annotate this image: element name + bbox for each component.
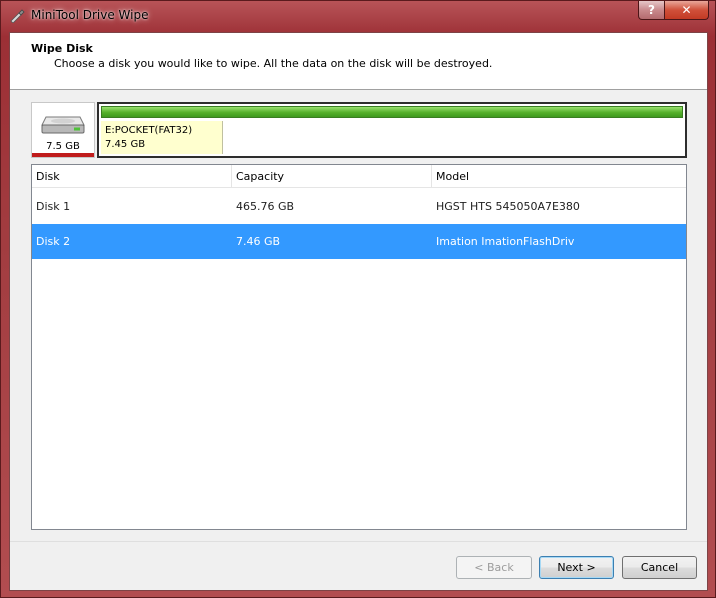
column-header-model[interactable]: Model bbox=[432, 165, 686, 188]
window-title: MiniTool Drive Wipe bbox=[31, 8, 149, 22]
help-button[interactable]: ? bbox=[638, 1, 665, 20]
table-row-selected[interactable]: Disk 2 7.46 GB Imation ImationFlashDriv bbox=[32, 224, 686, 259]
column-header-capacity[interactable]: Capacity bbox=[232, 165, 432, 188]
table-row[interactable]: Disk 1 465.76 GB HGST HTS 545050A7E380 bbox=[32, 189, 686, 224]
close-button[interactable]: ✕ bbox=[665, 1, 709, 20]
back-button[interactable]: < Back bbox=[456, 556, 532, 579]
partition-usage-bar bbox=[101, 106, 683, 118]
wipe-app-icon bbox=[10, 9, 25, 23]
list-header: Disk Capacity Model bbox=[32, 165, 686, 188]
hard-drive-icon bbox=[41, 116, 85, 134]
cancel-button[interactable]: Cancel bbox=[622, 556, 697, 579]
cell-capacity: 465.76 GB bbox=[236, 200, 295, 213]
disk-list[interactable]: Disk Capacity Model Disk 1 465.76 GB HGS… bbox=[31, 164, 687, 530]
disk-selected-underline bbox=[32, 153, 94, 157]
caption-buttons: ? ✕ bbox=[638, 1, 709, 21]
column-header-disk[interactable]: Disk bbox=[32, 165, 232, 188]
footer-divider bbox=[10, 541, 707, 542]
partition-name: E:POCKET(FAT32) bbox=[105, 125, 193, 136]
partition-strip: E:POCKET(FAT32) 7.45 GB bbox=[97, 102, 687, 158]
cell-capacity: 7.46 GB bbox=[236, 235, 281, 248]
disk-map: 7.5 GB E:POCKET(FAT32) 7.45 GB bbox=[31, 102, 687, 158]
partition-block[interactable]: E:POCKET(FAT32) 7.45 GB bbox=[101, 121, 223, 154]
cell-model: HGST HTS 545050A7E380 bbox=[436, 200, 580, 213]
cell-model: Imation ImationFlashDriv bbox=[436, 235, 575, 248]
wizard-header: Wipe Disk Choose a disk you would like t… bbox=[10, 33, 707, 90]
disk-tile[interactable]: 7.5 GB bbox=[31, 102, 95, 158]
help-icon: ? bbox=[648, 3, 655, 17]
disk-size-label: 7.5 GB bbox=[46, 141, 80, 152]
next-button[interactable]: Next > bbox=[539, 556, 614, 579]
cell-disk: Disk 1 bbox=[36, 200, 71, 213]
cell-disk: Disk 2 bbox=[36, 235, 71, 248]
dialog-client: Wipe Disk Choose a disk you would like t… bbox=[9, 32, 708, 591]
partition-size: 7.45 GB bbox=[105, 139, 146, 150]
close-icon: ✕ bbox=[681, 3, 692, 17]
title-bar[interactable]: MiniTool Drive Wipe ? ✕ bbox=[1, 1, 715, 31]
page-title: Wipe Disk bbox=[31, 42, 93, 55]
page-description: Choose a disk you would like to wipe. Al… bbox=[54, 57, 493, 70]
app-window: MiniTool Drive Wipe ? ✕ Wipe Disk Choose… bbox=[0, 0, 716, 598]
